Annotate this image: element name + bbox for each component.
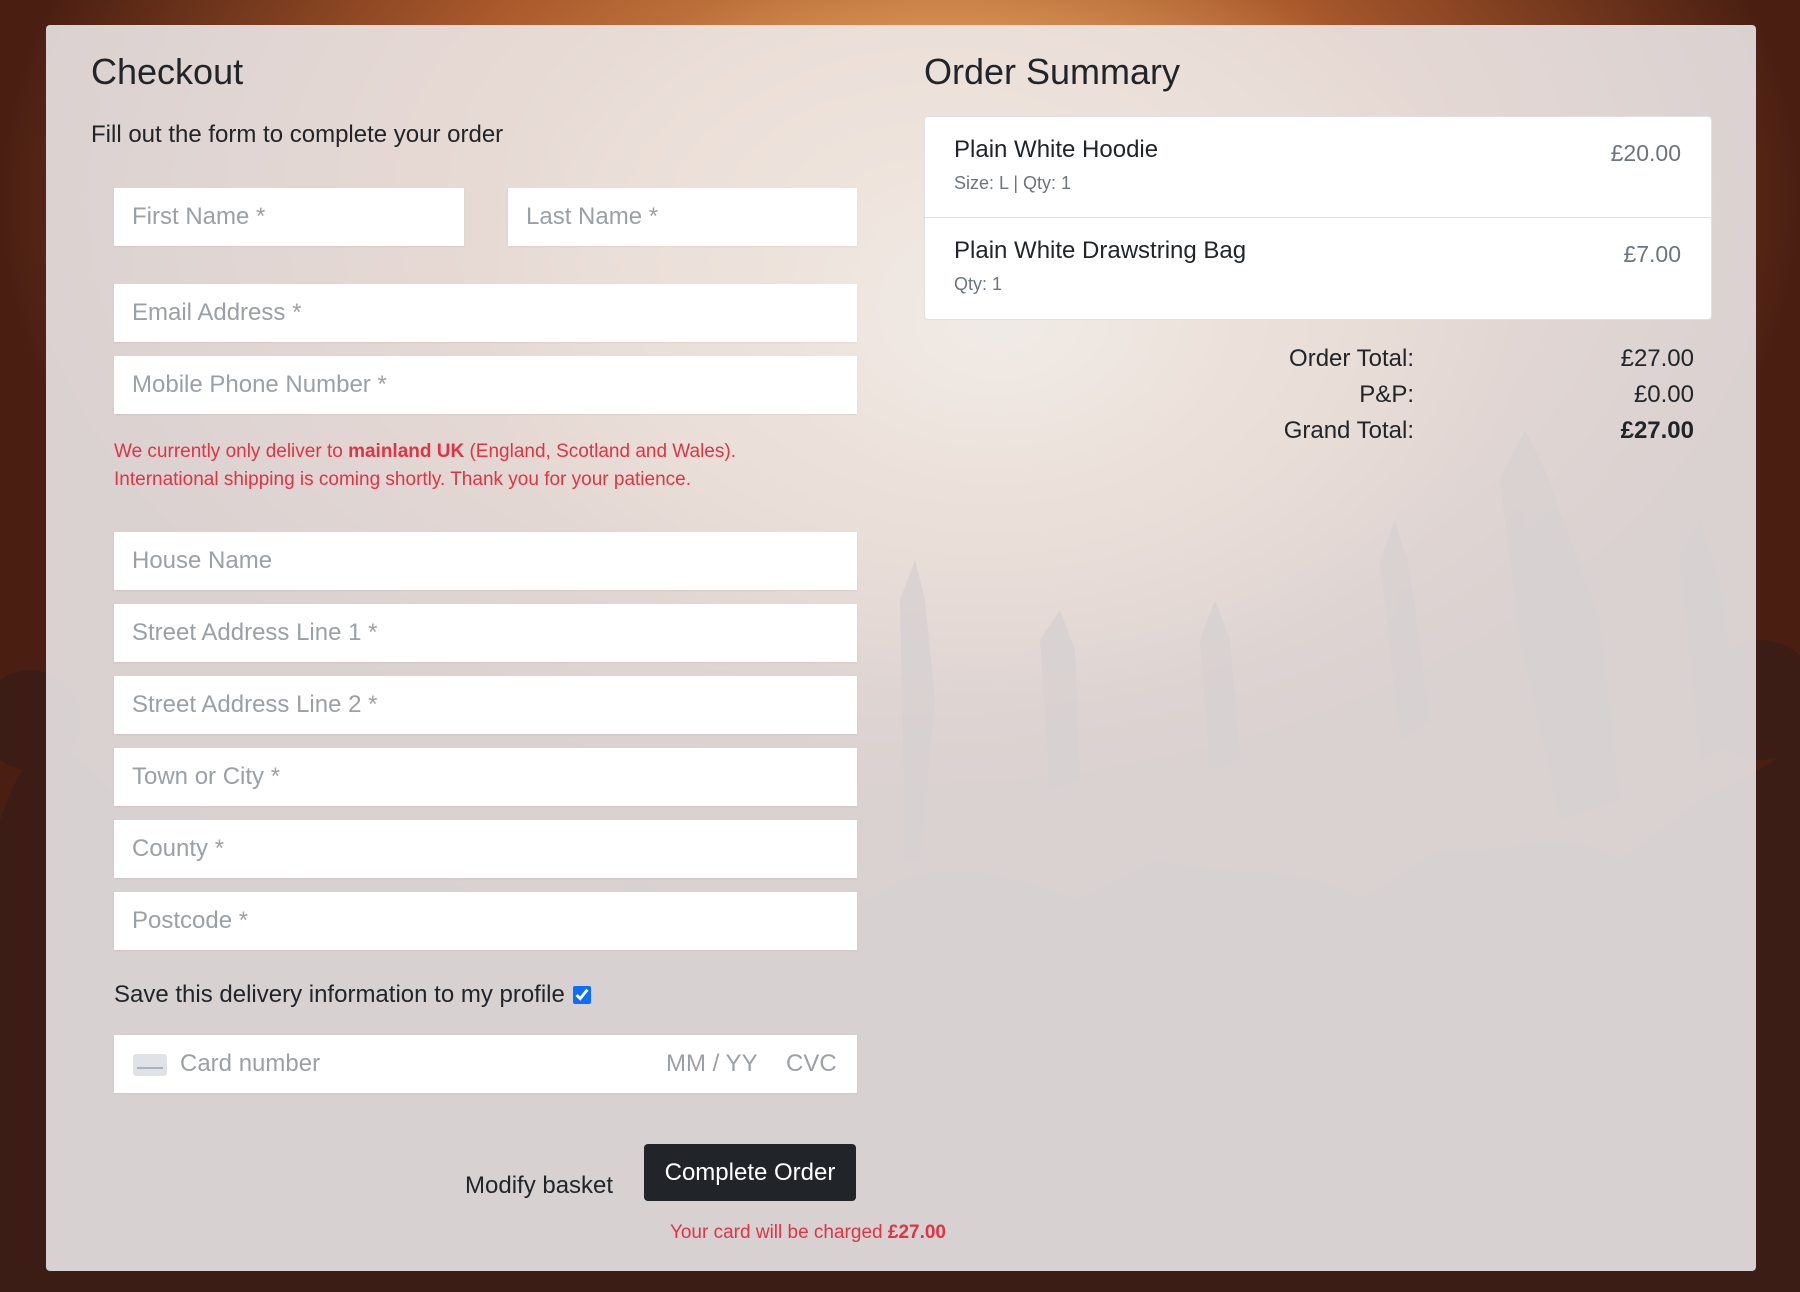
- order-totals: Order Total: £27.00 P&P: £0.00 Grand Tot…: [924, 345, 1694, 453]
- grand-total-value: £27.00: [1620, 417, 1694, 444]
- list-item: Plain White Drawstring Bag Qty: 1 £7.00: [925, 218, 1711, 319]
- item-name: Plain White Hoodie: [954, 136, 1159, 163]
- modify-basket-link[interactable]: Modify basket: [465, 1172, 613, 1200]
- item-price: £20.00: [1610, 140, 1681, 166]
- grand-total-label: Grand Total:: [1283, 417, 1414, 444]
- card-element[interactable]: Card number MM / YY CVC: [114, 1035, 857, 1093]
- item-price: £7.00: [1623, 241, 1681, 267]
- save-info-row[interactable]: Save this delivery information to my pro…: [114, 981, 591, 1009]
- order-total-row: Order Total: £27.00: [924, 345, 1694, 381]
- order-total-label: Order Total:: [1289, 345, 1414, 372]
- card-expiry-placeholder[interactable]: MM / YY: [666, 1050, 758, 1078]
- list-item: Plain White Hoodie Size: L | Qty: 1 £20.…: [925, 117, 1711, 218]
- item-name: Plain White Drawstring Bag: [954, 237, 1247, 264]
- last-name-input[interactable]: [508, 188, 857, 246]
- grand-total-row: Grand Total: £27.00: [924, 417, 1694, 453]
- first-name-input[interactable]: [114, 188, 464, 246]
- checkout-subtitle: Fill out the form to complete your order: [91, 121, 504, 148]
- pp-value: £0.00: [1633, 381, 1694, 408]
- house-name-input[interactable]: [114, 532, 857, 590]
- item-meta: Size: L | Qty: 1: [954, 173, 1072, 193]
- credit-card-icon: [133, 1054, 167, 1076]
- charge-notice: Your card will be charged £27.00: [546, 1222, 946, 1244]
- town-input[interactable]: [114, 748, 857, 806]
- postcode-input[interactable]: [114, 892, 857, 950]
- street-address-1-input[interactable]: [114, 604, 857, 662]
- notice-text-1: We currently only deliver to: [114, 441, 349, 462]
- pp-label: P&P:: [1359, 381, 1414, 408]
- order-summary-title: Order Summary: [924, 51, 1181, 92]
- notice-text-2: (England, Scotland and Wales).: [464, 441, 736, 462]
- street-address-2-input[interactable]: [114, 676, 857, 734]
- card-number-placeholder[interactable]: Card number: [180, 1050, 320, 1078]
- pp-row: P&P: £0.00: [924, 381, 1694, 417]
- notice-text-3: International shipping is coming shortly…: [114, 469, 692, 490]
- order-total-value: £27.00: [1620, 345, 1694, 372]
- delivery-notice: We currently only deliver to mainland UK…: [114, 438, 814, 494]
- checkout-panel: Checkout Fill out the form to complete y…: [46, 25, 1756, 1271]
- phone-input[interactable]: [114, 356, 857, 414]
- complete-order-button[interactable]: Complete Order: [644, 1144, 856, 1201]
- card-cvc-placeholder[interactable]: CVC: [786, 1050, 837, 1078]
- email-input[interactable]: [114, 284, 857, 342]
- charge-amount: £27.00: [887, 1222, 946, 1243]
- save-info-checkbox[interactable]: [572, 986, 591, 1004]
- county-input[interactable]: [114, 820, 857, 878]
- order-items-list: Plain White Hoodie Size: L | Qty: 1 £20.…: [924, 116, 1712, 320]
- page-title: Checkout: [91, 51, 244, 92]
- save-info-label: Save this delivery information to my pro…: [114, 981, 565, 1008]
- notice-bold: mainland UK: [348, 441, 465, 462]
- item-meta: Qty: 1: [954, 274, 1003, 294]
- charge-text: Your card will be charged: [669, 1222, 888, 1243]
